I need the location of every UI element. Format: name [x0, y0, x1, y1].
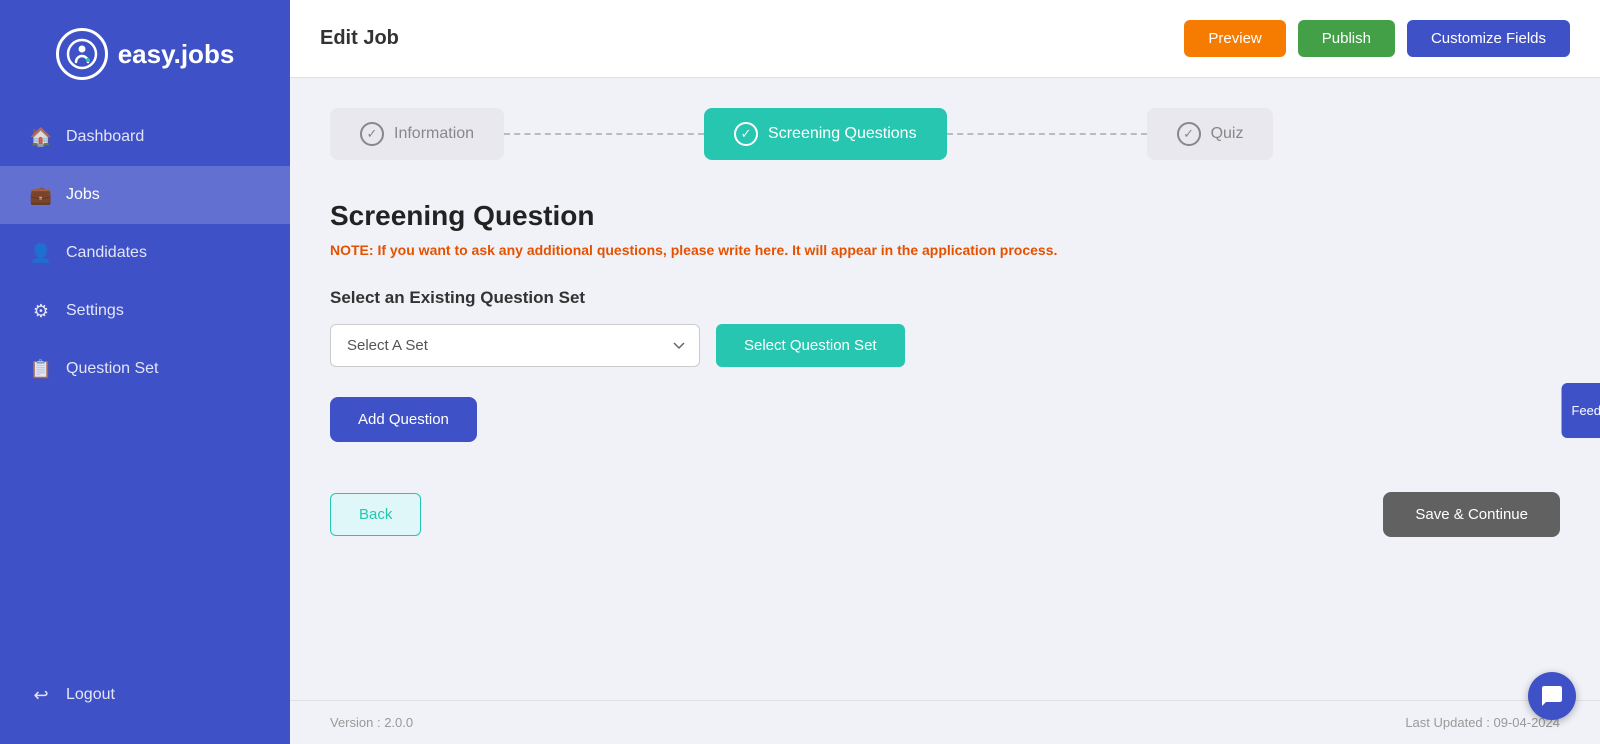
footer-actions: Back Save & Continue	[330, 482, 1560, 537]
logout-icon: ↩	[30, 684, 52, 706]
add-question-button[interactable]: Add Question	[330, 397, 477, 442]
note-label: NOTE:	[330, 242, 374, 258]
note-text: If you want to ask any additional questi…	[377, 242, 1057, 258]
home-icon: 🏠	[30, 126, 52, 148]
step-connector-1	[504, 133, 704, 135]
logo-icon	[56, 28, 108, 80]
sidebar-item-candidates[interactable]: 👤 Candidates	[0, 224, 290, 282]
step-information-label: Information	[394, 125, 474, 143]
sidebar-item-label: Dashboard	[66, 128, 144, 146]
preview-button[interactable]: Preview	[1184, 20, 1285, 57]
main-content: Edit Job Preview Publish Customize Field…	[290, 0, 1600, 744]
back-button[interactable]: Back	[330, 493, 421, 536]
step-quiz-label: Quiz	[1211, 125, 1244, 143]
logout-label: Logout	[66, 686, 115, 704]
page-footer: Version : 2.0.0 Last Updated : 09-04-202…	[290, 700, 1600, 744]
sidebar-logo: easy.jobs	[0, 0, 290, 108]
select-set-dropdown[interactable]: Select A Set	[330, 324, 700, 367]
sidebar-item-question-set[interactable]: 📋 Question Set	[0, 340, 290, 398]
jobs-icon: 💼	[30, 184, 52, 206]
content-area: ✓ Information ✓ Screening Questions ✓ Qu…	[290, 78, 1600, 700]
sidebar-item-jobs[interactable]: 💼 Jobs	[0, 166, 290, 224]
section-title: Screening Question	[330, 200, 1560, 232]
check-icon-information: ✓	[360, 122, 384, 146]
section-note: NOTE: If you want to ask any additional …	[330, 242, 1560, 258]
sidebar-item-dashboard[interactable]: 🏠 Dashboard	[0, 108, 290, 166]
check-icon-quiz: ✓	[1177, 122, 1201, 146]
version-text: Version : 2.0.0	[330, 715, 413, 730]
sidebar-item-label: Settings	[66, 302, 124, 320]
sidebar-item-label: Jobs	[66, 186, 100, 204]
sidebar-item-settings[interactable]: ⚙ Settings	[0, 282, 290, 340]
sidebar-nav: 🏠 Dashboard 💼 Jobs 👤 Candidates ⚙ Settin…	[0, 108, 290, 744]
check-icon-screening: ✓	[734, 122, 758, 146]
feedback-tab[interactable]: Feedback	[1561, 383, 1600, 438]
customize-fields-button[interactable]: Customize Fields	[1407, 20, 1570, 57]
question-set-row: Select A Set Select Question Set	[330, 324, 1560, 367]
step-quiz[interactable]: ✓ Quiz	[1147, 108, 1274, 160]
steps-bar: ✓ Information ✓ Screening Questions ✓ Qu…	[330, 108, 1560, 160]
candidates-icon: 👤	[30, 242, 52, 264]
sidebar-item-label: Candidates	[66, 244, 147, 262]
step-screening-questions[interactable]: ✓ Screening Questions	[704, 108, 947, 160]
sidebar-item-label: Question Set	[66, 360, 159, 378]
settings-icon: ⚙	[30, 300, 52, 322]
logo-text: easy.jobs	[118, 39, 235, 70]
page-title: Edit Job	[320, 27, 399, 50]
step-information[interactable]: ✓ Information	[330, 108, 504, 160]
sidebar: easy.jobs 🏠 Dashboard 💼 Jobs 👤 Candidate…	[0, 0, 290, 744]
step-connector-2	[947, 133, 1147, 135]
last-updated-text: Last Updated : 09-04-2024	[1405, 715, 1560, 730]
question-set-label: Select an Existing Question Set	[330, 288, 1560, 308]
logout-item[interactable]: ↩ Logout	[0, 666, 290, 724]
topbar: Edit Job Preview Publish Customize Field…	[290, 0, 1600, 78]
select-question-set-button[interactable]: Select Question Set	[716, 324, 905, 367]
publish-button[interactable]: Publish	[1298, 20, 1395, 57]
question-set-icon: 📋	[30, 358, 52, 380]
topbar-actions: Preview Publish Customize Fields	[1184, 20, 1570, 57]
chat-button[interactable]	[1528, 672, 1576, 720]
save-continue-button[interactable]: Save & Continue	[1383, 492, 1560, 537]
step-screening-label: Screening Questions	[768, 125, 917, 143]
